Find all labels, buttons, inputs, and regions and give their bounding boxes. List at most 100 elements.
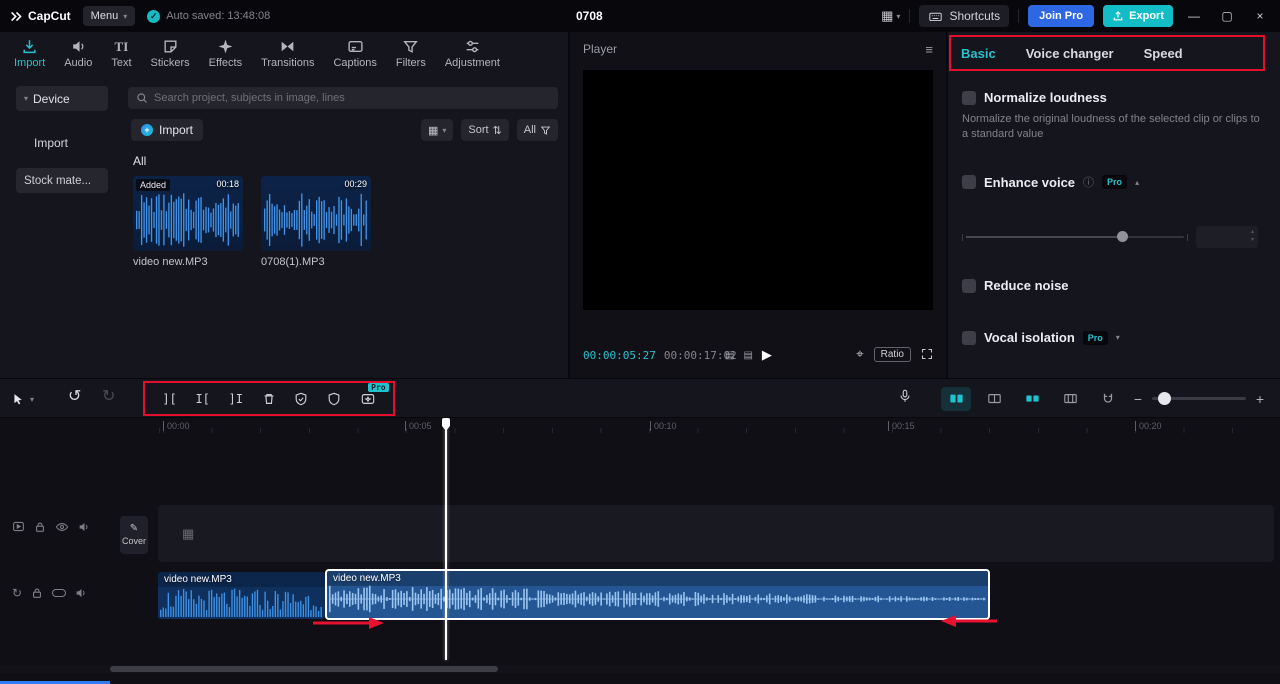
- split-button[interactable]: ][: [162, 392, 176, 406]
- view-mode-button[interactable]: ▦ ▾: [420, 119, 454, 141]
- reduce-noise-label: Reduce noise: [984, 278, 1069, 293]
- enhance-voice-checkbox[interactable]: [962, 175, 976, 189]
- tab-filters[interactable]: Filters: [396, 38, 426, 69]
- smart-tool-pro-button[interactable]: Pro: [360, 382, 389, 406]
- tab-basic[interactable]: Basic: [961, 46, 996, 61]
- tab-transitions[interactable]: Transitions: [261, 38, 314, 69]
- play-button[interactable]: ▶: [762, 347, 772, 363]
- undo-button[interactable]: ↺: [68, 386, 81, 406]
- link-clips-button[interactable]: [1055, 387, 1085, 411]
- delete-button[interactable]: [262, 392, 276, 406]
- menu-button[interactable]: Menu ▾: [82, 6, 136, 26]
- media-item-0708[interactable]: 00:29 0708(1).MP3: [261, 176, 371, 268]
- next-frame-icon[interactable]: ▤: [743, 350, 752, 361]
- filter-all-button[interactable]: All: [516, 119, 558, 141]
- lock-track-icon[interactable]: [34, 521, 46, 533]
- shield-check-icon: [295, 392, 307, 405]
- time-ruler[interactable]: [158, 428, 1280, 433]
- filter-funnel-icon: [540, 126, 551, 135]
- mute-track-icon[interactable]: [75, 587, 88, 599]
- link-clips-icon: [1063, 394, 1077, 404]
- capcut-logo-icon: [11, 11, 22, 21]
- ratio-button[interactable]: Ratio: [873, 346, 911, 362]
- tab-adjustment[interactable]: Adjustment: [445, 38, 500, 69]
- sidebar-item-device[interactable]: ▾ Device: [16, 86, 108, 111]
- split-view-button[interactable]: [979, 387, 1009, 411]
- record-voiceover-button[interactable]: [898, 388, 912, 407]
- tab-import[interactable]: Import: [14, 38, 45, 69]
- vocal-isolation-checkbox[interactable]: [962, 330, 976, 345]
- focus-icon[interactable]: ⌖: [856, 346, 864, 362]
- auto-ripple-button[interactable]: [1017, 387, 1047, 411]
- minimize-button[interactable]: —: [1182, 2, 1206, 30]
- player-menu-icon[interactable]: ≡: [925, 42, 933, 57]
- normalize-loudness-checkbox[interactable]: [962, 90, 976, 105]
- deactivate-clip-button[interactable]: [327, 392, 341, 406]
- zoom-in-button[interactable]: +: [1250, 387, 1270, 411]
- tab-voice-changer[interactable]: Voice changer: [1026, 46, 1114, 61]
- sort-button[interactable]: Sort ⇅: [461, 119, 509, 141]
- export-button[interactable]: Export: [1103, 5, 1173, 27]
- sidebar-item-import[interactable]: Import: [34, 136, 68, 150]
- enhance-voice-row: Enhance voice ⓘ Pro ▴: [962, 174, 1139, 190]
- reduce-noise-checkbox[interactable]: [962, 278, 976, 293]
- prev-frame-icon[interactable]: ▤: [725, 350, 734, 361]
- import-dot-icon: +: [141, 124, 153, 136]
- select-tool-button[interactable]: ▾: [12, 387, 34, 411]
- import-media-button[interactable]: + Import: [131, 119, 204, 141]
- microphone-icon: [900, 389, 910, 402]
- audio-properties-panel: Basic Voice changer Speed Normalize loud…: [948, 32, 1280, 378]
- audio-clip-1[interactable]: video new.MP3: [158, 572, 325, 619]
- audio-loop-icon[interactable]: ↻: [12, 586, 22, 600]
- tab-stickers[interactable]: Stickers: [151, 38, 190, 69]
- lock-track-icon[interactable]: [31, 587, 43, 599]
- horizontal-scrollbar: [0, 665, 1280, 673]
- close-button[interactable]: ×: [1248, 2, 1272, 30]
- expand-icon[interactable]: ▾: [1116, 333, 1120, 342]
- join-pro-button[interactable]: Join Pro: [1028, 5, 1095, 27]
- film-icon: ▦: [182, 525, 195, 541]
- hide-track-icon[interactable]: [55, 521, 69, 533]
- redo-button[interactable]: ↻: [102, 386, 115, 406]
- track-view-button[interactable]: [941, 387, 971, 411]
- zoom-slider-handle[interactable]: [1158, 392, 1171, 405]
- snapping-button[interactable]: [1093, 387, 1123, 411]
- media-item-video-new[interactable]: Added 00:18 video new.MP3: [133, 176, 243, 268]
- layout-switch-button[interactable]: ▦ ▾: [881, 8, 900, 24]
- maximize-button[interactable]: ▢: [1215, 2, 1239, 30]
- playhead[interactable]: [440, 418, 452, 664]
- chevron-down-icon: ▾: [30, 394, 35, 404]
- tab-speed[interactable]: Speed: [1144, 46, 1183, 61]
- slider-handle[interactable]: [1116, 231, 1128, 242]
- mute-clip-button[interactable]: [294, 392, 308, 406]
- captions-icon: [348, 40, 363, 52]
- track-toggle-icon[interactable]: [52, 589, 67, 597]
- stepper-arrows[interactable]: ▴ ▾: [1251, 228, 1254, 244]
- tab-effects[interactable]: Effects: [209, 38, 242, 69]
- search-input[interactable]: [154, 92, 550, 104]
- tab-captions[interactable]: Captions: [333, 38, 377, 69]
- video-track-icon[interactable]: [12, 520, 25, 533]
- collapse-icon[interactable]: ▴: [1135, 178, 1139, 187]
- zoom-out-button[interactable]: −: [1128, 387, 1148, 411]
- enhance-voice-value-input[interactable]: ▴ ▾: [1196, 226, 1258, 248]
- scrollbar-thumb[interactable]: [110, 666, 498, 672]
- shortcuts-button[interactable]: Shortcuts: [919, 5, 1010, 27]
- tab-text[interactable]: TI Text: [111, 38, 131, 69]
- audio-track-header: ↻: [12, 586, 88, 600]
- trash-icon: [264, 393, 274, 404]
- filters-icon: [403, 40, 419, 53]
- chevron-down-icon: ▾: [896, 11, 901, 21]
- delete-right-button[interactable]: ]I: [229, 392, 243, 406]
- mute-track-icon[interactable]: [78, 521, 91, 533]
- audio-clip-2-selected[interactable]: video new.MP3: [325, 569, 990, 620]
- tab-audio[interactable]: Audio: [64, 38, 92, 69]
- edit-cover-button[interactable]: ✎ Cover: [120, 516, 148, 554]
- enhance-voice-slider[interactable]: [966, 231, 1184, 242]
- sidebar-item-stock-materials[interactable]: Stock mate...: [16, 168, 108, 193]
- adjustment-icon: [466, 40, 479, 52]
- annotation-box-tools: ][ I[ ]I Pro: [143, 381, 395, 416]
- text-icon: TI: [114, 38, 129, 54]
- fullscreen-icon[interactable]: [921, 348, 933, 360]
- delete-left-button[interactable]: I[: [195, 392, 209, 406]
